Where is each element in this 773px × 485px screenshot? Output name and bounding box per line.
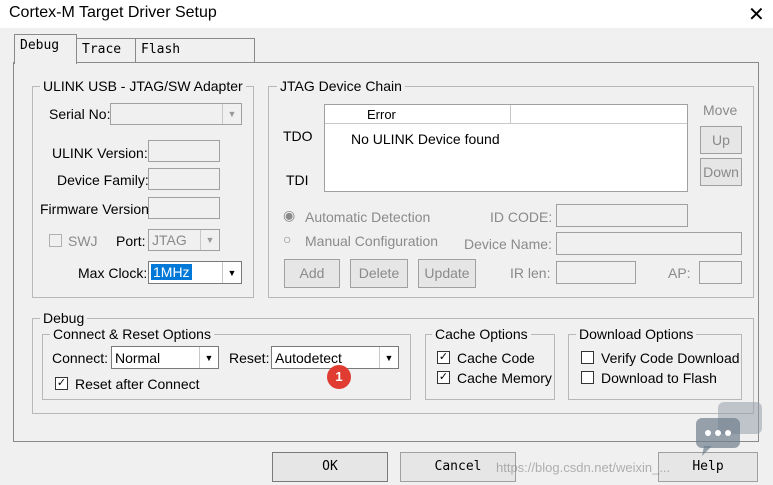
firmware-version-label: Firmware Version: bbox=[40, 201, 153, 217]
max-clock-value: 1MHz bbox=[151, 264, 192, 280]
idcode-field[interactable] bbox=[556, 204, 688, 227]
cache-code-checkbox[interactable]: ✓ bbox=[437, 351, 450, 364]
cache-options-group bbox=[425, 334, 555, 400]
device-family-field bbox=[148, 168, 220, 190]
window-title: Cortex-M Target Driver Setup bbox=[9, 4, 217, 21]
manual-configuration-label: Manual Configuration bbox=[305, 233, 439, 249]
cache-memory-label: Cache Memory bbox=[457, 370, 552, 386]
jtag-legend: JTAG Device Chain bbox=[277, 78, 405, 94]
close-icon[interactable]: ✕ bbox=[748, 2, 765, 27]
max-clock-combo[interactable]: 1MHz ▼ bbox=[148, 261, 242, 284]
download-to-flash-label: Download to Flash bbox=[601, 370, 717, 386]
radio-selected-icon[interactable]: ◉ bbox=[283, 207, 295, 224]
serial-label: Serial No: bbox=[49, 106, 111, 122]
connect-combo[interactable]: Normal ▼ bbox=[111, 346, 219, 369]
cache-options-legend: Cache Options bbox=[432, 326, 531, 342]
reset-after-connect-label: Reset after Connect bbox=[75, 376, 200, 392]
ap-field[interactable] bbox=[699, 261, 742, 284]
move-down-button[interactable]: Down bbox=[700, 158, 742, 186]
no-device-message: No ULINK Device found bbox=[351, 131, 500, 147]
max-clock-label: Max Clock: bbox=[78, 265, 148, 281]
verify-code-checkbox[interactable] bbox=[581, 351, 594, 364]
ulink-version-field bbox=[148, 140, 220, 162]
column-error-label: Error bbox=[367, 107, 396, 122]
update-button[interactable]: Update bbox=[418, 259, 476, 288]
device-name-label: Device Name: bbox=[464, 236, 552, 252]
ir-len-field[interactable] bbox=[556, 261, 636, 284]
device-chain-list[interactable]: Error No ULINK Device found bbox=[324, 104, 688, 192]
tab-trace[interactable]: Trace bbox=[76, 38, 136, 62]
chevron-down-icon: ▼ bbox=[199, 347, 218, 368]
ulink-version-label: ULINK Version: bbox=[52, 145, 148, 161]
serial-combo[interactable]: ▼ bbox=[110, 103, 242, 125]
idcode-label: ID CODE: bbox=[490, 209, 553, 225]
tab-debug[interactable]: Debug bbox=[14, 34, 77, 64]
connect-value: Normal bbox=[115, 350, 161, 366]
tab-flash-download[interactable]: Flash Download bbox=[135, 38, 255, 79]
download-options-legend: Download Options bbox=[576, 326, 697, 342]
device-name-field[interactable] bbox=[556, 232, 742, 255]
annotation-badge: 1 bbox=[327, 365, 351, 389]
move-label: Move bbox=[703, 102, 738, 118]
chevron-down-icon: ▼ bbox=[379, 347, 398, 368]
chevron-down-icon: ▼ bbox=[222, 104, 241, 124]
firmware-version-field bbox=[148, 197, 220, 219]
ok-button[interactable]: OK bbox=[272, 452, 388, 482]
tdo-label: TDO bbox=[283, 128, 313, 144]
port-value: JTAG bbox=[152, 232, 187, 248]
reset-after-connect-checkbox[interactable]: ✓ bbox=[55, 377, 68, 390]
move-up-button[interactable]: Up bbox=[700, 126, 742, 154]
tdi-label: TDI bbox=[286, 172, 309, 188]
device-family-label: Device Family: bbox=[57, 172, 149, 188]
chevron-down-icon: ▼ bbox=[200, 230, 219, 250]
reset-label: Reset: bbox=[229, 350, 270, 366]
verify-code-label: Verify Code Download bbox=[601, 350, 740, 366]
reset-value: Autodetect bbox=[275, 350, 342, 366]
chat-bubble-icon bbox=[694, 400, 764, 458]
download-options-group bbox=[568, 334, 742, 400]
watermark-text: https://blog.csdn.net/weixin_... bbox=[496, 460, 671, 475]
swj-label: SWJ bbox=[68, 233, 98, 249]
automatic-detection-label: Automatic Detection bbox=[305, 209, 431, 225]
delete-button[interactable]: Delete bbox=[350, 259, 408, 288]
list-header-blank[interactable] bbox=[511, 105, 687, 124]
swj-checkbox[interactable] bbox=[49, 234, 62, 247]
port-combo[interactable]: JTAG ▼ bbox=[148, 229, 220, 251]
connect-reset-legend: Connect & Reset Options bbox=[50, 326, 214, 342]
download-to-flash-checkbox[interactable] bbox=[581, 371, 594, 384]
add-button[interactable]: Add bbox=[284, 259, 340, 288]
port-label: Port: bbox=[116, 233, 146, 249]
chevron-down-icon: ▼ bbox=[222, 262, 241, 283]
radio-icon[interactable]: ○ bbox=[283, 231, 291, 247]
connect-label: Connect: bbox=[52, 350, 109, 366]
ulink-legend: ULINK USB - JTAG/SW Adapter bbox=[40, 78, 246, 94]
debug-legend: Debug bbox=[40, 310, 88, 326]
ir-len-label: IR len: bbox=[510, 265, 551, 281]
list-header-error[interactable]: Error bbox=[325, 105, 511, 124]
ap-label: AP: bbox=[668, 265, 691, 281]
cache-code-label: Cache Code bbox=[457, 350, 535, 366]
cache-memory-checkbox[interactable]: ✓ bbox=[437, 371, 450, 384]
